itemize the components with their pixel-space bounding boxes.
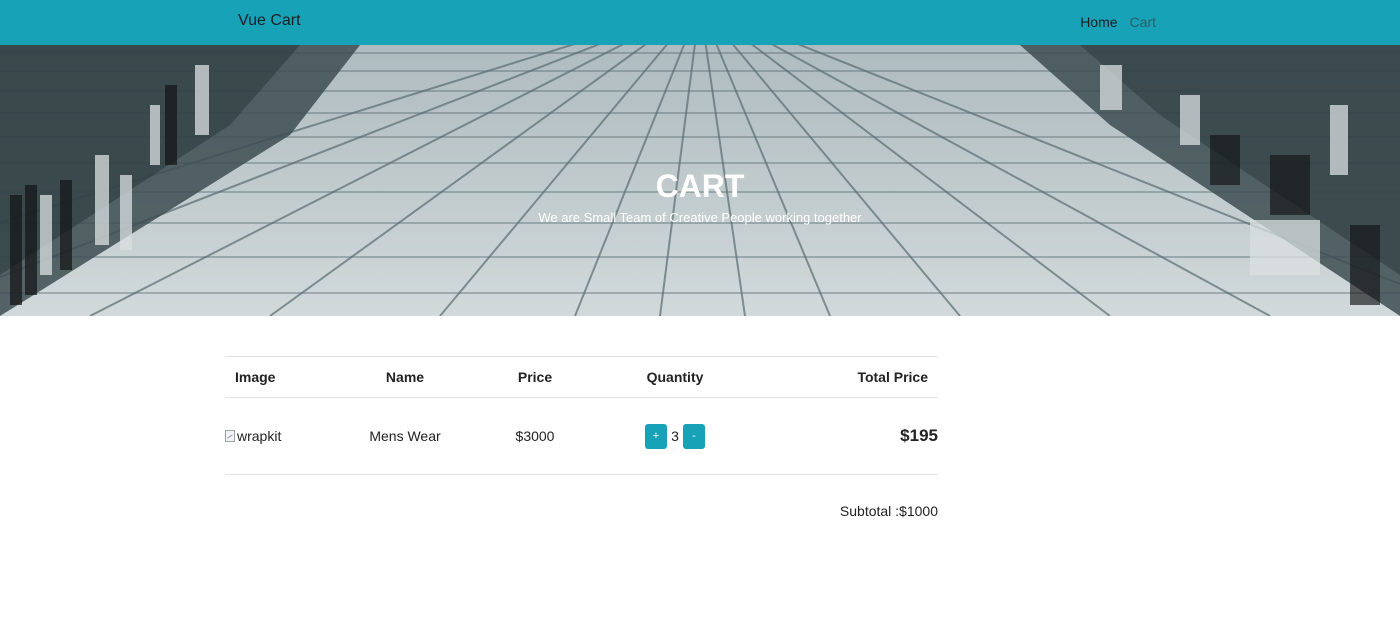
cell-price: $3000	[465, 397, 605, 475]
header-image: Image	[225, 356, 345, 398]
cell-quantity: + 3 -	[605, 397, 745, 475]
cell-image: wrapkit	[225, 397, 345, 475]
top-navbar: Vue Cart Home Cart	[0, 0, 1400, 45]
header-quantity: Quantity	[605, 356, 745, 398]
decrement-button[interactable]: -	[683, 423, 705, 449]
increment-button[interactable]: +	[645, 423, 667, 449]
header-price: Price	[465, 356, 605, 398]
broken-image-icon	[225, 429, 235, 442]
cart-subtotal: Subtotal :$1000	[839, 503, 938, 519]
nav-links: Home Cart	[1080, 14, 1156, 30]
quantity-value: 3	[671, 428, 679, 444]
quantity-stepper: + 3 -	[645, 423, 705, 449]
nav-link-cart[interactable]: Cart	[1130, 14, 1156, 30]
header-name: Name	[345, 356, 465, 398]
cell-total-price: $195	[745, 397, 938, 475]
cart-table: Image Name Price Quantity Total Price wr…	[225, 356, 938, 475]
cell-name: Mens Wear	[345, 397, 465, 475]
hero-subtitle: We are Small Team of Creative People wor…	[538, 210, 862, 225]
cart-section: Image Name Price Quantity Total Price wr…	[225, 356, 938, 519]
hero-title: CART	[655, 168, 745, 204]
brand-link[interactable]: Vue Cart	[238, 12, 301, 30]
product-image-alt: wrapkit	[237, 427, 282, 444]
table-row: wrapkit Mens Wear $3000 + 3 - $195	[225, 397, 938, 475]
hero-banner: CART We are Small Team of Creative Peopl…	[0, 45, 1400, 316]
product-image: wrapkit	[225, 428, 281, 444]
nav-link-home[interactable]: Home	[1080, 14, 1117, 30]
header-total-price: Total Price	[745, 356, 938, 398]
cart-header-row: Image Name Price Quantity Total Price	[225, 356, 938, 398]
